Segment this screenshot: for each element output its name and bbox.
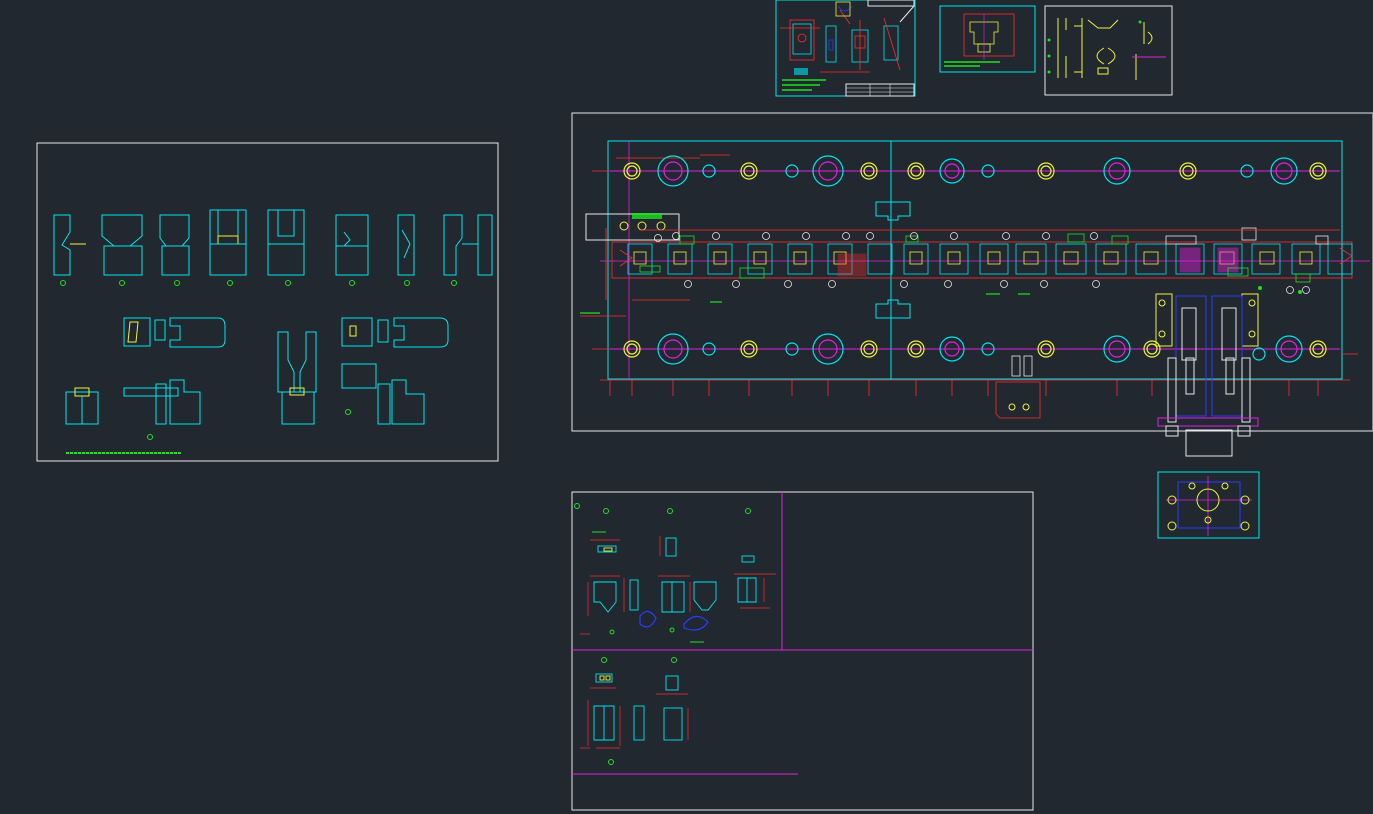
cad-drawing-canvas[interactable] — [0, 0, 1373, 814]
